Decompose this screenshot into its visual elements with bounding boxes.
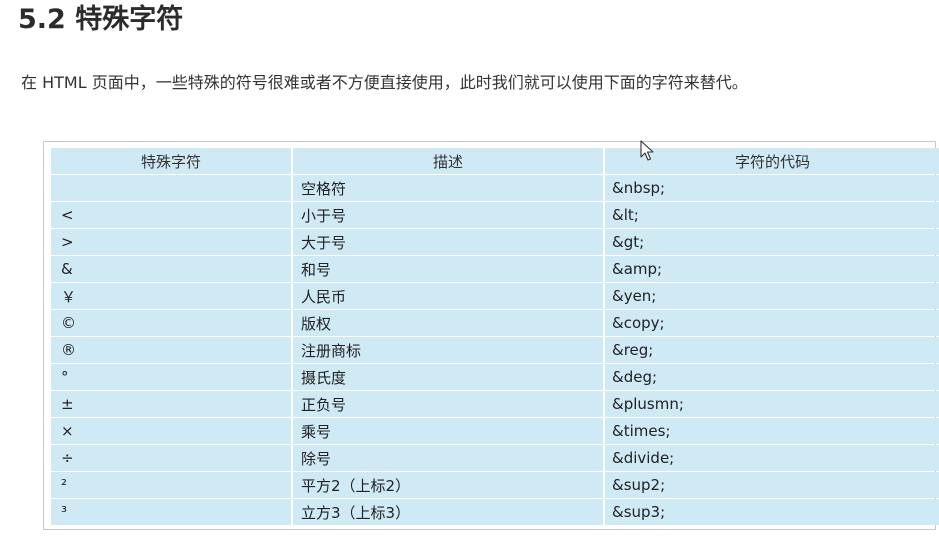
code-cell: &lt; (605, 202, 939, 228)
table-row: ® 注册商标 &reg; (51, 337, 939, 363)
mouse-pointer-icon (640, 140, 654, 161)
description-cell: 摄氏度 (293, 364, 603, 390)
table-header-row: 特殊字符 描述 字符的代码 (51, 148, 939, 174)
code-cell: &times; (605, 418, 939, 444)
table-row: < 小于号 &lt; (51, 202, 939, 228)
code-cell: &sup3; (605, 499, 939, 525)
table-row: ￥ 人民币 &yen; (51, 283, 939, 309)
header-symbol: 特殊字符 (51, 148, 291, 174)
description-cell: 空格符 (293, 175, 603, 201)
symbol-cell: ° (51, 364, 291, 390)
header-description: 描述 (293, 148, 603, 174)
symbol-cell: © (51, 310, 291, 336)
description-cell: 立方3（上标3） (293, 499, 603, 525)
description-cell: 除号 (293, 445, 603, 471)
description-cell: 正负号 (293, 391, 603, 417)
description-cell: 小于号 (293, 202, 603, 228)
description-cell: 人民币 (293, 283, 603, 309)
description-cell: 版权 (293, 310, 603, 336)
table-row: ² 平方2（上标2） &sup2; (51, 472, 939, 498)
entity-table-container: 特殊字符 描述 字符的代码 空格符 &nbsp; < 小于号 &lt; > 大于… (43, 141, 939, 530)
entity-table: 特殊字符 描述 字符的代码 空格符 &nbsp; < 小于号 &lt; > 大于… (49, 147, 939, 526)
description-cell: 和号 (293, 256, 603, 282)
code-cell: &sup2; (605, 472, 939, 498)
table-row: ± 正负号 &plusmn; (51, 391, 939, 417)
symbol-cell: ± (51, 391, 291, 417)
symbol-cell: ² (51, 472, 291, 498)
code-cell: &amp; (605, 256, 939, 282)
code-cell: &reg; (605, 337, 939, 363)
table-row: & 和号 &amp; (51, 256, 939, 282)
code-cell: &plusmn; (605, 391, 939, 417)
code-cell: &nbsp; (605, 175, 939, 201)
symbol-cell: ￥ (51, 283, 291, 309)
table-row: × 乘号 &times; (51, 418, 939, 444)
description-cell: 大于号 (293, 229, 603, 255)
symbol-cell: > (51, 229, 291, 255)
symbol-cell: ÷ (51, 445, 291, 471)
symbol-cell: < (51, 202, 291, 228)
code-cell: &gt; (605, 229, 939, 255)
table-row: 空格符 &nbsp; (51, 175, 939, 201)
code-cell: &divide; (605, 445, 939, 471)
intro-paragraph: 在 HTML 页面中，一些特殊的符号很难或者不方便直接使用，此时我们就可以使用下… (21, 73, 748, 92)
symbol-cell: ® (51, 337, 291, 363)
table-row: > 大于号 &gt; (51, 229, 939, 255)
table-row: © 版权 &copy; (51, 310, 939, 336)
symbol-cell (51, 175, 291, 201)
table-row: ÷ 除号 &divide; (51, 445, 939, 471)
symbol-cell: × (51, 418, 291, 444)
code-cell: &copy; (605, 310, 939, 336)
code-cell: &deg; (605, 364, 939, 390)
description-cell: 注册商标 (293, 337, 603, 363)
table-row: ³ 立方3（上标3） &sup3; (51, 499, 939, 525)
symbol-cell: ³ (51, 499, 291, 525)
table-row: ° 摄氏度 &deg; (51, 364, 939, 390)
symbol-cell: & (51, 256, 291, 282)
description-cell: 平方2（上标2） (293, 472, 603, 498)
description-cell: 乘号 (293, 418, 603, 444)
section-heading: 5.2 特殊字符 (18, 4, 184, 35)
code-cell: &yen; (605, 283, 939, 309)
